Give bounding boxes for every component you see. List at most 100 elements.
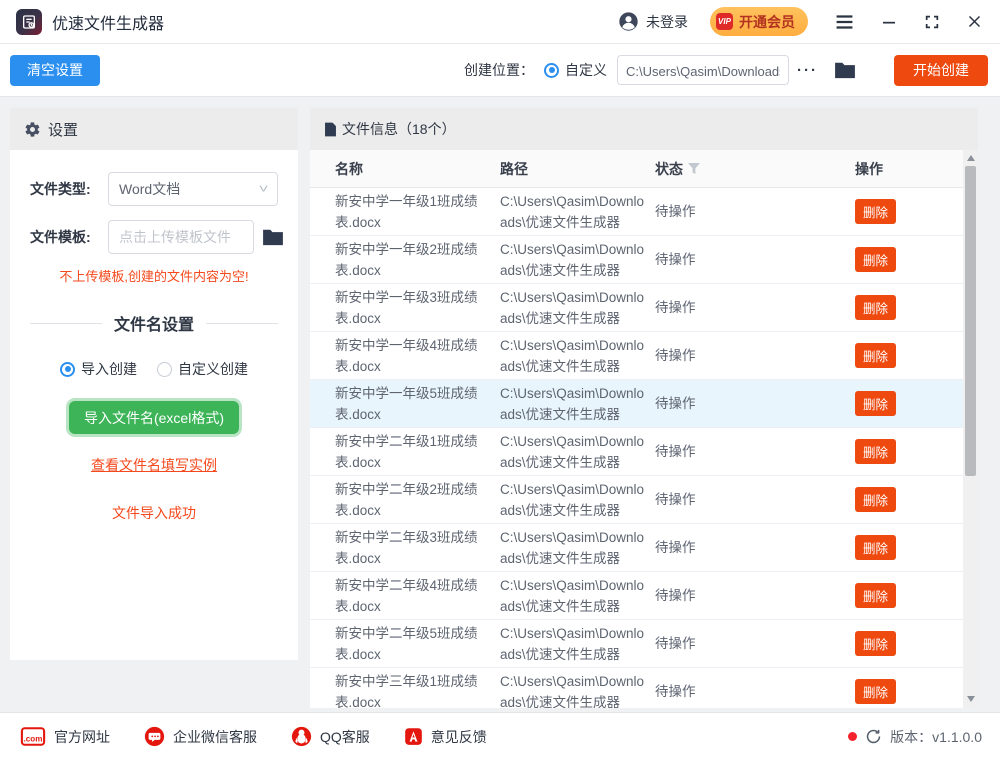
close-icon (967, 14, 982, 29)
login-status[interactable]: 未登录 (618, 11, 688, 32)
filter-funnel-icon[interactable] (688, 163, 700, 174)
file-name-cell: 新安中学一年级4班成绩表.docx (335, 337, 478, 374)
table-row[interactable]: 新安中学一年级4班成绩表.docx C:\Users\Qasim\Download… (310, 332, 963, 380)
table-row[interactable]: 新安中学一年级3班成绩表.docx C:\Users\Qasim\Download… (310, 284, 963, 332)
column-header-status[interactable]: 状态 (655, 159, 855, 179)
app-title: 优速文件生成器 (52, 15, 165, 33)
custom-location-radio[interactable] (544, 62, 559, 78)
file-name-cell: 新安中学二年级2班成绩表.docx (335, 481, 478, 518)
file-name-cell: 新安中学三年级1班成绩表.docx (335, 673, 478, 709)
column-header-action: 操作 (855, 160, 883, 177)
file-path-cell: C:\Users\Qasim\Downloads\优速文件生成器 (500, 577, 645, 614)
start-create-button[interactable]: 开始创建 (894, 54, 988, 86)
qq-service-label: QQ客服 (320, 728, 370, 745)
file-path-cell: C:\Users\Qasim\Downloads\优速文件生成器 (500, 241, 645, 278)
file-action-cell: 删除 (855, 631, 963, 656)
file-action-cell: 删除 (855, 343, 963, 368)
maximize-button[interactable] (924, 14, 940, 30)
menu-button[interactable] (835, 14, 854, 30)
toolbar: 清空设置 创建位置： 自定义 ··· 开始创建 (0, 44, 1000, 97)
more-options-button[interactable]: ··· (797, 62, 818, 79)
template-upload-input[interactable] (108, 220, 254, 254)
folder-icon (262, 228, 284, 246)
file-table-header: 名称 路径 状态 操作 (310, 150, 963, 188)
clear-settings-button[interactable]: 清空设置 (10, 54, 100, 86)
custom-location-radio-label[interactable]: 自定义 (565, 60, 607, 80)
file-status-cell: 待操作 (655, 636, 696, 651)
official-website-link[interactable]: .com 官方网址 (20, 727, 110, 747)
file-type-value: Word文档 (119, 181, 181, 197)
file-name-cell: 新安中学一年级3班成绩表.docx (335, 289, 478, 326)
wechat-service-icon (144, 726, 165, 747)
file-action-cell: 删除 (855, 247, 963, 272)
chevron-down-icon: ˅ (258, 182, 269, 196)
file-action-cell: 删除 (855, 295, 963, 320)
delete-button[interactable]: 删除 (855, 535, 897, 560)
table-row[interactable]: 新安中学二年级3班成绩表.docx C:\Users\Qasim\Download… (310, 524, 963, 572)
template-browse-button[interactable] (262, 228, 284, 246)
close-button[interactable] (967, 14, 982, 29)
delete-button[interactable]: 删除 (855, 295, 897, 320)
table-row[interactable]: 新安中学三年级1班成绩表.docx C:\Users\Qasim\Download… (310, 668, 963, 708)
table-row[interactable]: 新安中学一年级2班成绩表.docx C:\Users\Qasim\Download… (310, 236, 963, 284)
qq-service-link[interactable]: QQ客服 (291, 726, 370, 747)
table-row[interactable]: 新安中学二年级5班成绩表.docx C:\Users\Qasim\Download… (310, 620, 963, 668)
document-icon (324, 122, 337, 137)
delete-button[interactable]: 删除 (855, 583, 897, 608)
official-website-label: 官方网址 (54, 728, 110, 745)
wechat-service-link[interactable]: 企业微信客服 (144, 726, 257, 747)
filename-section-title: 文件名设置 (114, 317, 195, 334)
gear-icon (24, 121, 41, 138)
vertical-scrollbar[interactable] (963, 150, 978, 708)
file-name-cell: 新安中学一年级5班成绩表.docx (335, 385, 478, 422)
file-status-cell: 待操作 (655, 252, 696, 267)
app-logo-icon (16, 8, 42, 35)
file-table-body: 新安中学一年级1班成绩表.docx C:\Users\Qasim\Download… (310, 188, 963, 708)
titlebar: 优速文件生成器 未登录 VIP 开通会员 (0, 0, 1000, 44)
file-type-select[interactable]: Word文档 ˅ (108, 172, 278, 206)
refresh-icon[interactable] (865, 728, 882, 745)
browse-folder-button[interactable] (834, 61, 856, 79)
custom-create-radio-label: 自定义创建 (178, 361, 248, 377)
delete-button[interactable]: 删除 (855, 199, 897, 224)
delete-button[interactable]: 删除 (855, 247, 897, 272)
file-path-cell: C:\Users\Qasim\Downloads\优速文件生成器 (500, 433, 645, 470)
table-row[interactable]: 新安中学二年级2班成绩表.docx C:\Users\Qasim\Download… (310, 476, 963, 524)
import-create-radio[interactable]: 导入创建 (60, 359, 137, 379)
scroll-up-arrow-icon[interactable] (963, 151, 978, 165)
footer: .com 官方网址 企业微信客服 QQ客服 意见反馈 版本：v1.1.0.0 (0, 712, 1000, 760)
radio-unselected-icon (157, 361, 172, 377)
file-path-cell: C:\Users\Qasim\Downloads\优速文件生成器 (500, 193, 645, 230)
vip-button-label: 开通会员 (739, 13, 795, 30)
column-header-name: 名称 (335, 160, 363, 177)
delete-button[interactable]: 删除 (855, 679, 897, 704)
login-status-label: 未登录 (646, 13, 688, 30)
delete-button[interactable]: 删除 (855, 439, 897, 464)
settings-panel-header: 设置 (10, 108, 298, 150)
custom-create-radio[interactable]: 自定义创建 (157, 359, 248, 379)
table-row[interactable]: 新安中学二年级4班成绩表.docx C:\Users\Qasim\Download… (310, 572, 963, 620)
table-row[interactable]: 新安中学一年级1班成绩表.docx C:\Users\Qasim\Download… (310, 188, 963, 236)
minimize-icon (881, 14, 897, 30)
status-dot-icon (848, 732, 858, 741)
import-filename-button[interactable]: 导入文件名(excel格式) (68, 401, 239, 434)
file-path-cell: C:\Users\Qasim\Downloads\优速文件生成器 (500, 625, 645, 662)
table-row[interactable]: 新安中学一年级5班成绩表.docx C:\Users\Qasim\Download… (310, 380, 963, 428)
file-name-cell: 新安中学二年级1班成绩表.docx (335, 433, 478, 470)
location-path-input[interactable] (617, 55, 789, 85)
filename-example-link[interactable]: 查看文件名填写实例 (30, 455, 278, 475)
table-row[interactable]: 新安中学二年级1班成绩表.docx C:\Users\Qasim\Download… (310, 428, 963, 476)
column-header-path: 路径 (500, 160, 528, 177)
delete-button[interactable]: 删除 (855, 487, 897, 512)
version-label: 版本：v1.1.0.0 (890, 728, 982, 745)
delete-button[interactable]: 删除 (855, 391, 897, 416)
open-vip-button[interactable]: VIP 开通会员 (710, 7, 808, 36)
delete-button[interactable]: 删除 (855, 631, 897, 656)
delete-button[interactable]: 删除 (855, 343, 897, 368)
scroll-down-arrow-icon[interactable] (963, 692, 978, 706)
feedback-link[interactable]: 意见反馈 (404, 727, 487, 747)
file-action-cell: 删除 (855, 487, 963, 512)
file-name-cell: 新安中学二年级5班成绩表.docx (335, 625, 478, 662)
scrollbar-thumb[interactable] (965, 166, 976, 476)
minimize-button[interactable] (881, 14, 897, 30)
